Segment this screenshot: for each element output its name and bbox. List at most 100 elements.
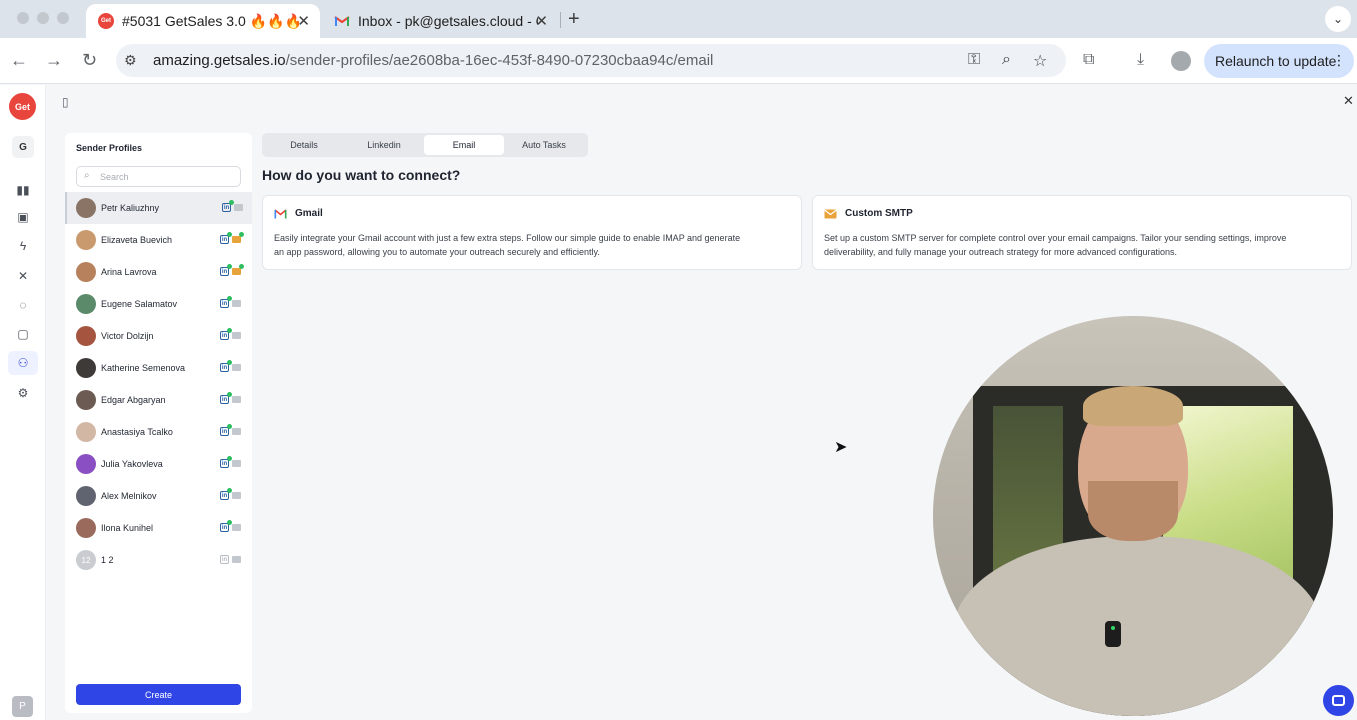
profile-row[interactable]: Anastasiya Tcalko in <box>65 416 252 448</box>
tab-email[interactable]: Email <box>424 135 504 155</box>
tasks-clipboard-icon[interactable]: ▢ <box>8 322 38 346</box>
profile-name: Elizaveta Buevich <box>101 235 173 245</box>
profile-name: Julia Yakovleva <box>101 459 163 469</box>
avatar <box>76 326 96 346</box>
email-icon <box>232 396 241 403</box>
browser-tab-strip: Get #5031 GetSales 3.0 🔥🔥🔥 ✕ Inbox - pk@… <box>0 0 1357 38</box>
smtp-description-line: Set up a custom SMTP server for complete… <box>824 233 1287 243</box>
profile-name: Katherine Semenova <box>101 363 186 373</box>
forward-arrow-icon[interactable]: → <box>45 50 63 71</box>
app-nav-rail: Get G ▮▮ ▣ ϟ ✕ ◌ ▢ ⚇ ⚙ P <box>0 85 46 720</box>
email-icon <box>232 428 241 435</box>
url-path: /sender-profiles/ae2608ba-16ec-453f-8490… <box>285 52 714 69</box>
profile-row[interactable]: Elizaveta Buevich in <box>65 224 252 256</box>
browser-menu-icon[interactable]: ⋮ <box>1332 52 1346 69</box>
reload-icon[interactable]: ↻ <box>82 50 97 71</box>
email-icon <box>232 556 241 563</box>
gmail-description: Easily integrate your Gmail account with… <box>274 231 740 259</box>
profile-name: Alex Melnikov <box>101 491 157 501</box>
profile-row[interactable]: Arina Lavrova in <box>65 256 252 288</box>
window-minimize-control[interactable] <box>37 12 49 24</box>
profile-row[interactable]: Alex Melnikov in <box>65 480 252 512</box>
page-heading: How do you want to connect? <box>262 167 461 183</box>
channel-status: in <box>220 232 244 244</box>
getsales-logo[interactable]: Get <box>9 93 36 120</box>
email-icon <box>234 204 243 211</box>
channel-status: in <box>220 488 241 500</box>
close-panel-icon[interactable]: ✕ <box>1343 93 1354 109</box>
microphone-icon <box>1105 621 1121 647</box>
site-settings-icon[interactable]: ⚙ <box>124 52 137 69</box>
browser-toolbar: ← → ↻ ⚙ amazing.getsales.io/sender-profi… <box>0 38 1357 84</box>
tab-close-icon[interactable]: ✕ <box>297 12 310 30</box>
browser-tab-getsales[interactable]: Get #5031 GetSales 3.0 🔥🔥🔥 ✕ <box>86 4 320 38</box>
new-tab-icon[interactable]: + <box>568 8 580 31</box>
profile-row[interactable]: 12 1 2 in <box>65 544 252 576</box>
profile-row[interactable]: Petr Kaliuzhny in <box>65 192 252 224</box>
create-button[interactable]: Create <box>76 684 241 705</box>
gmail-description-line: an app password, allowing you to automat… <box>274 247 600 257</box>
profile-row[interactable]: Eugene Salamatov in <box>65 288 252 320</box>
linkedin-icon: in <box>220 555 229 564</box>
getsales-favicon-icon: Get <box>98 13 114 29</box>
analytics-icon[interactable]: ▮▮ <box>8 178 38 202</box>
tab-search-chevron-icon[interactable]: ⌄ <box>1325 6 1351 32</box>
search-input[interactable]: ⌕ Search <box>76 166 241 187</box>
email-icon <box>232 492 241 499</box>
profile-name: Ilona Kunihel <box>101 523 154 533</box>
briefcase-icon[interactable]: ▣ <box>8 205 38 229</box>
channel-status: in <box>220 328 241 340</box>
zoom-icon[interactable]: ⌕ <box>1002 51 1011 69</box>
sidebar-toggle-icon[interactable]: ▯ <box>62 95 69 109</box>
avatar: 12 <box>76 550 96 570</box>
extensions-puzzle-icon[interactable]: ⧉ <box>1083 51 1094 69</box>
window-zoom-control[interactable] <box>57 12 69 24</box>
tools-icon[interactable]: ✕ <box>8 264 38 288</box>
automation-bolt-icon[interactable]: ϟ <box>8 234 38 258</box>
tab-separator <box>560 12 561 28</box>
profile-row[interactable]: Victor Dolzijn in <box>65 320 252 352</box>
profile-name: Edgar Abgaryan <box>101 395 166 405</box>
address-bar[interactable]: ⚙ amazing.getsales.io/sender-profiles/ae… <box>116 44 1066 77</box>
downloads-icon[interactable]: ⤓ <box>1137 51 1144 69</box>
password-key-icon[interactable]: ⚿ <box>968 51 980 69</box>
gmail-option-card[interactable]: Gmail Easily integrate your Gmail accoun… <box>262 195 802 270</box>
smtp-description: Set up a custom SMTP server for complete… <box>824 231 1286 259</box>
sender-profiles-icon[interactable]: ⚇ <box>8 351 38 375</box>
tab-details[interactable]: Details <box>264 135 344 155</box>
profile-list: Petr Kaliuzhny in Elizaveta Buevich in Arina… <box>65 192 252 576</box>
channel-status: in <box>220 424 241 436</box>
avatar <box>76 422 96 442</box>
tab-close-icon[interactable]: ✕ <box>535 12 548 30</box>
support-chat-button[interactable] <box>1323 685 1354 716</box>
browser-tab-gmail[interactable]: Inbox - pk@getsales.cloud - G ✕ <box>322 4 558 38</box>
avatar <box>76 518 96 538</box>
messages-icon[interactable]: ◌ <box>8 293 38 317</box>
profile-name: Arina Lavrova <box>101 267 157 277</box>
profile-row[interactable]: Edgar Abgaryan in <box>65 384 252 416</box>
back-arrow-icon[interactable]: ← <box>10 50 28 71</box>
address-url[interactable]: amazing.getsales.io/sender-profiles/ae26… <box>153 52 713 69</box>
profile-row[interactable]: Ilona Kunihel in <box>65 512 252 544</box>
profile-row[interactable]: Katherine Semenova in <box>65 352 252 384</box>
smtp-option-title: Custom SMTP <box>824 208 913 219</box>
avatar <box>76 294 96 314</box>
envelope-icon <box>824 209 837 219</box>
settings-gear-icon[interactable]: ⚙ <box>8 381 38 405</box>
bookmark-star-icon[interactable]: ☆ <box>1033 51 1047 71</box>
workspace-switcher[interactable]: G <box>12 136 34 158</box>
custom-smtp-option-card[interactable]: Custom SMTP Set up a custom SMTP server … <box>812 195 1352 270</box>
profile-row[interactable]: Julia Yakovleva in <box>65 448 252 480</box>
profile-tabs: Details Linkedin Email Auto Tasks <box>262 133 588 157</box>
email-icon <box>232 332 241 339</box>
window-close-control[interactable] <box>17 12 29 24</box>
tab-linkedin[interactable]: Linkedin <box>344 135 424 155</box>
browser-profile-avatar[interactable] <box>1171 51 1191 71</box>
user-avatar[interactable]: P <box>12 696 33 717</box>
relaunch-to-update-button[interactable]: Relaunch to update ⋮ <box>1204 44 1354 78</box>
profile-name: Victor Dolzijn <box>101 331 154 341</box>
tab-auto-tasks[interactable]: Auto Tasks <box>504 135 584 155</box>
channel-status: in <box>220 360 241 372</box>
linkedin-icon: in <box>220 424 232 436</box>
smtp-description-line: deliverability, and fully manage your ou… <box>824 247 1178 257</box>
